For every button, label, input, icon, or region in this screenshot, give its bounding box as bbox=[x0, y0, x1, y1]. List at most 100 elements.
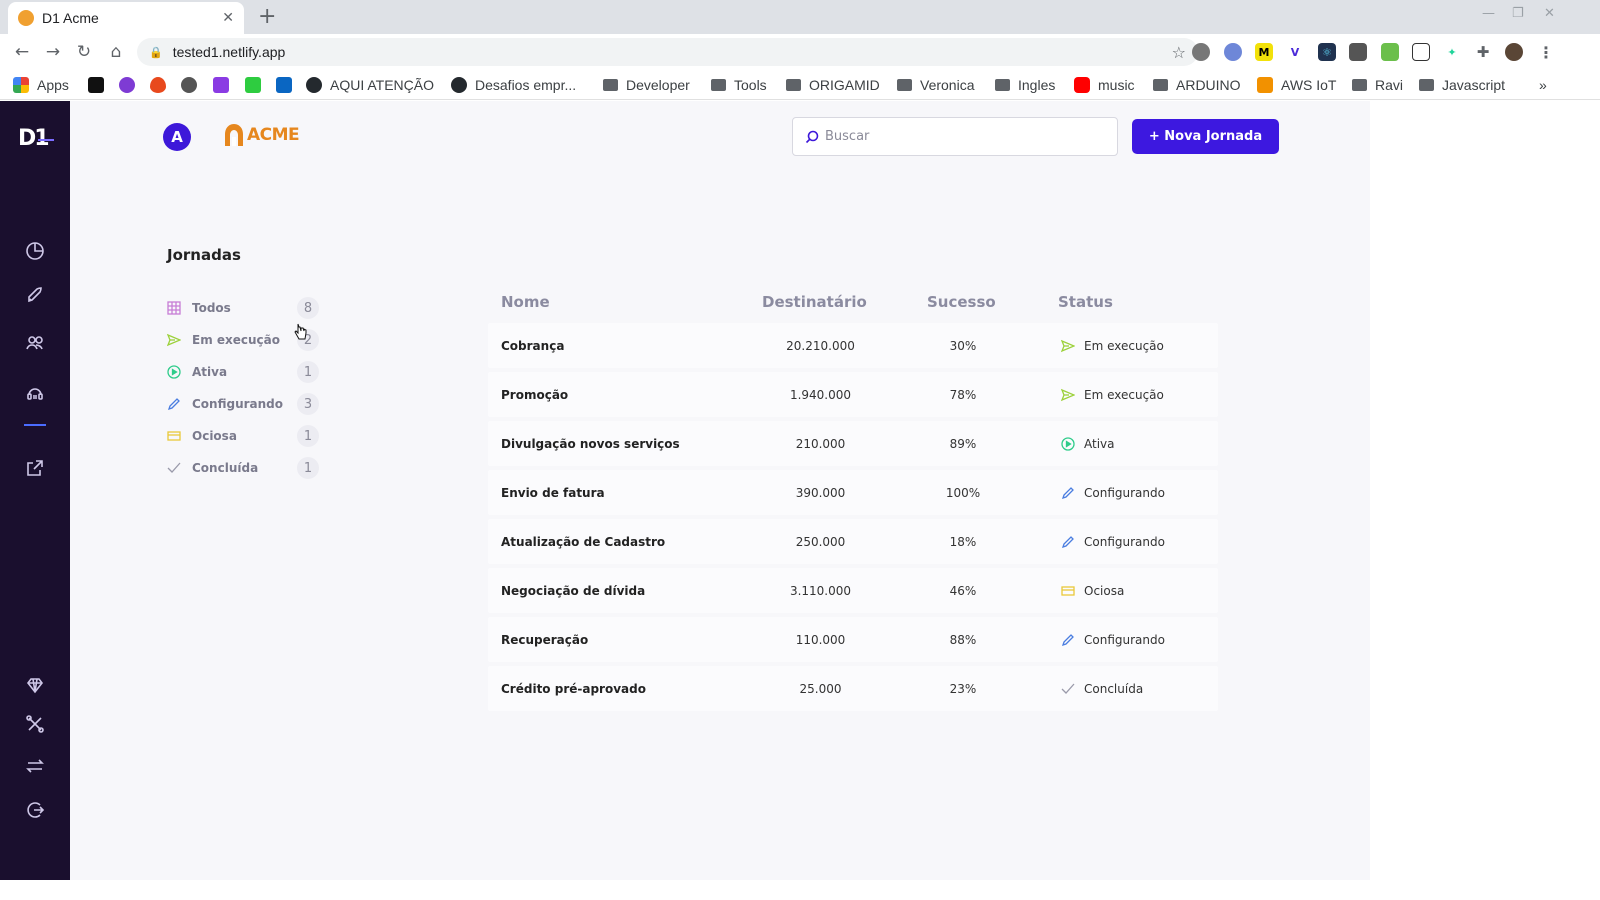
extension-bookmark-icon[interactable] bbox=[119, 77, 135, 93]
search-box[interactable] bbox=[792, 117, 1118, 156]
forward-icon[interactable]: → bbox=[40, 39, 66, 65]
folder-icon bbox=[786, 79, 801, 91]
hand-cursor-icon bbox=[294, 323, 307, 340]
back-icon[interactable]: ← bbox=[9, 39, 35, 65]
extension-icon[interactable]: V bbox=[1286, 43, 1304, 61]
reload-icon[interactable]: ↻ bbox=[71, 39, 97, 65]
column-header-success[interactable]: Sucesso bbox=[927, 293, 996, 311]
table-row[interactable]: Divulgação novos serviços 210.000 89% Ativa bbox=[488, 421, 1218, 466]
tools-icon[interactable] bbox=[22, 711, 48, 737]
logout-icon[interactable] bbox=[22, 797, 48, 823]
status-cell: Configurando bbox=[1061, 617, 1165, 662]
column-header-recipient[interactable]: Destinatário bbox=[762, 293, 867, 311]
recipient-count: 1.940.000 bbox=[789, 387, 852, 402]
new-tab-icon[interactable]: + bbox=[258, 4, 276, 29]
puzzle-icon[interactable]: ✚ bbox=[1474, 43, 1492, 61]
phone-icon[interactable] bbox=[245, 77, 261, 93]
bookmark-label: Veronica bbox=[920, 77, 975, 93]
filter-ociosa[interactable]: Ociosa 1 bbox=[167, 425, 327, 447]
table-row[interactable]: Envio de fatura 390.000 100% Configurando bbox=[488, 470, 1218, 515]
close-tab-icon[interactable]: ✕ bbox=[222, 10, 234, 26]
success-rate: 46% bbox=[949, 583, 977, 598]
filter-ativa[interactable]: Ativa 1 bbox=[167, 361, 327, 383]
filter-count-badge: 1 bbox=[297, 457, 319, 479]
twitch-icon[interactable] bbox=[213, 77, 229, 93]
acme-brand: ACME bbox=[223, 123, 300, 147]
user-avatar[interactable]: A bbox=[163, 123, 191, 151]
window-close-icon[interactable]: ✕ bbox=[1544, 6, 1555, 21]
table-row[interactable]: Negociação de dívida 3.110.000 46% Ociosa bbox=[488, 568, 1218, 613]
bookmark-label: Apps bbox=[37, 77, 69, 93]
table-row[interactable]: Promoção 1.940.000 78% Em execução bbox=[488, 372, 1218, 417]
d1-logo[interactable]: D1 bbox=[18, 126, 54, 151]
extension-icon[interactable] bbox=[1192, 43, 1210, 61]
bookmark-origamid[interactable]: ORIGAMID bbox=[786, 75, 880, 95]
notion-icon[interactable] bbox=[88, 77, 104, 93]
bookmark-javascript[interactable]: Javascript bbox=[1419, 75, 1505, 95]
bookmark-apps[interactable]: Apps bbox=[13, 75, 69, 95]
menu-icon[interactable]: ⋮ bbox=[1537, 43, 1555, 62]
new-journey-button[interactable]: + Nova Jornada bbox=[1132, 119, 1279, 154]
search-icon bbox=[805, 130, 819, 143]
extension-icon[interactable] bbox=[1349, 43, 1367, 61]
diamond-icon[interactable] bbox=[22, 672, 48, 698]
filter-todos[interactable]: Todos 8 bbox=[167, 297, 327, 319]
bookmark-desafios[interactable]: Desafios empr... bbox=[451, 75, 576, 95]
minimize-icon[interactable]: — bbox=[1482, 6, 1495, 21]
success-rate: 89% bbox=[949, 436, 977, 451]
bookmark-ingles[interactable]: Ingles bbox=[995, 75, 1055, 95]
folder-icon bbox=[897, 79, 912, 91]
restore-icon[interactable]: ❐ bbox=[1512, 6, 1524, 21]
filter-count-badge: 1 bbox=[297, 425, 319, 447]
journey-name: Cobrança bbox=[501, 338, 565, 353]
extension-icon[interactable] bbox=[1224, 43, 1242, 61]
support-icon[interactable] bbox=[22, 381, 48, 407]
extension-icon[interactable]: ✦ bbox=[1443, 43, 1461, 61]
filter-concluida[interactable]: Concluída 1 bbox=[167, 457, 327, 479]
extension-icon[interactable] bbox=[1381, 43, 1399, 61]
react-devtools-icon[interactable]: ⚛ bbox=[1318, 43, 1336, 61]
success-rate: 78% bbox=[949, 387, 977, 402]
tab-title: D1 Acme bbox=[42, 10, 99, 26]
pencil-icon bbox=[1061, 535, 1075, 549]
bookmark-tools[interactable]: Tools bbox=[711, 75, 767, 95]
profile-avatar-icon[interactable] bbox=[1505, 43, 1523, 61]
bookmark-veronica[interactable]: Veronica bbox=[897, 75, 974, 95]
journey-name: Atualização de Cadastro bbox=[501, 534, 666, 549]
home-icon[interactable]: ⌂ bbox=[103, 39, 129, 65]
brand-name: ACME bbox=[247, 125, 300, 145]
bookmark-developer[interactable]: Developer bbox=[603, 75, 690, 95]
browser-tab[interactable]: D1 Acme ✕ bbox=[8, 2, 244, 34]
table-row[interactable]: Recuperação 110.000 88% Configurando bbox=[488, 617, 1218, 662]
bookmark-music[interactable]: music bbox=[1074, 75, 1135, 95]
folder-icon bbox=[1153, 79, 1168, 91]
users-icon[interactable] bbox=[22, 330, 48, 356]
screenshot-icon[interactable] bbox=[1412, 43, 1430, 61]
address-bar[interactable]: 🔒 tested1.netlify.app ☆ bbox=[137, 38, 1198, 66]
extension-icon[interactable]: M bbox=[1255, 43, 1273, 61]
column-header-name[interactable]: Nome bbox=[501, 293, 550, 311]
filter-configurando[interactable]: Configurando 3 bbox=[167, 393, 327, 415]
globe-icon[interactable] bbox=[181, 77, 197, 93]
table-row[interactable]: Cobrança 20.210.000 30% Em execução bbox=[488, 323, 1218, 368]
swap-icon[interactable] bbox=[22, 753, 48, 779]
bookmark-label: Desafios empr... bbox=[475, 77, 577, 93]
bookmark-arduino[interactable]: ARDUINO bbox=[1153, 75, 1241, 95]
recipient-count: 210.000 bbox=[795, 436, 846, 451]
bookmark-aws-iot[interactable]: AWS IoT bbox=[1257, 75, 1337, 95]
browser-toolbar: ← → ↻ ⌂ 🔒 tested1.netlify.app ☆ M V ⚛ ✦ … bbox=[0, 34, 1600, 70]
fire-icon[interactable] bbox=[150, 77, 166, 93]
bookmark-aqui-atencao[interactable]: AQUI ATENÇÃO bbox=[306, 75, 434, 95]
search-input[interactable] bbox=[825, 129, 1105, 144]
bookmark-star-icon[interactable]: ☆ bbox=[1172, 43, 1186, 62]
rocket-icon[interactable] bbox=[22, 282, 48, 308]
external-link-icon[interactable] bbox=[22, 455, 48, 481]
bookmarks-overflow[interactable]: » bbox=[1539, 75, 1547, 95]
table-row[interactable]: Atualização de Cadastro 250.000 18% Configu… bbox=[488, 519, 1218, 564]
linkedin-icon[interactable] bbox=[276, 77, 292, 93]
bookmark-ravi[interactable]: Ravi bbox=[1352, 75, 1403, 95]
column-header-status[interactable]: Status bbox=[1058, 293, 1113, 311]
dashboard-icon[interactable] bbox=[22, 238, 48, 264]
table-row[interactable]: Crédito pré-aprovado 25.000 23% Concluída bbox=[488, 666, 1218, 711]
pencil-icon bbox=[167, 397, 181, 411]
